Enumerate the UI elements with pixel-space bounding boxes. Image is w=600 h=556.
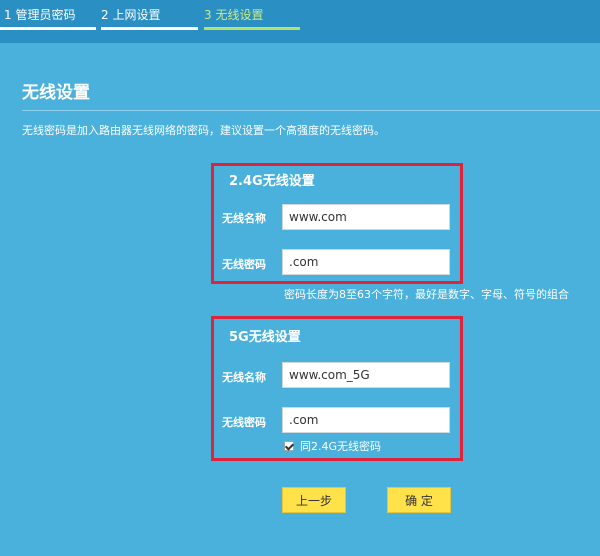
band-5g-password-input[interactable]	[282, 407, 450, 433]
step-internet-settings-underline	[101, 27, 198, 30]
page-description: 无线密码是加入路由器无线网络的密码，建议设置一个高强度的无线密码。	[22, 124, 385, 137]
band-24g-title: 2.4G无线设置	[229, 174, 315, 189]
same-password-checkbox[interactable]	[284, 441, 294, 451]
same-password-label: 同2.4G无线密码	[300, 440, 382, 453]
step-admin-password-underline	[0, 27, 96, 30]
page-title: 无线设置	[22, 83, 90, 103]
band-24g-ssid-input[interactable]	[282, 204, 450, 230]
wizard-steps-bar: 1 管理员密码 2 上网设置 3 无线设置	[0, 0, 600, 43]
confirm-button[interactable]: 确 定	[387, 487, 451, 513]
same-password-option[interactable]: 同2.4G无线密码	[284, 438, 381, 454]
previous-step-button[interactable]: 上一步	[282, 487, 346, 513]
band-24g-password-input[interactable]	[282, 249, 450, 275]
step-wireless-settings[interactable]: 3 无线设置	[204, 0, 263, 28]
step-wireless-settings-underline	[204, 27, 300, 30]
band-24g-ssid-label: 无线名称	[222, 212, 266, 225]
band-5g-ssid-input[interactable]	[282, 362, 450, 388]
band-5g-title: 5G无线设置	[229, 330, 301, 345]
password-length-hint: 密码长度为8至63个字符，最好是数字、字母、符号的组合	[284, 288, 569, 301]
title-divider	[22, 110, 600, 111]
band-24g-password-label: 无线密码	[222, 258, 266, 271]
band-5g-password-label: 无线密码	[222, 416, 266, 429]
step-admin-password[interactable]: 1 管理员密码	[4, 0, 75, 28]
step-internet-settings[interactable]: 2 上网设置	[101, 0, 160, 28]
band-5g-ssid-label: 无线名称	[222, 371, 266, 384]
